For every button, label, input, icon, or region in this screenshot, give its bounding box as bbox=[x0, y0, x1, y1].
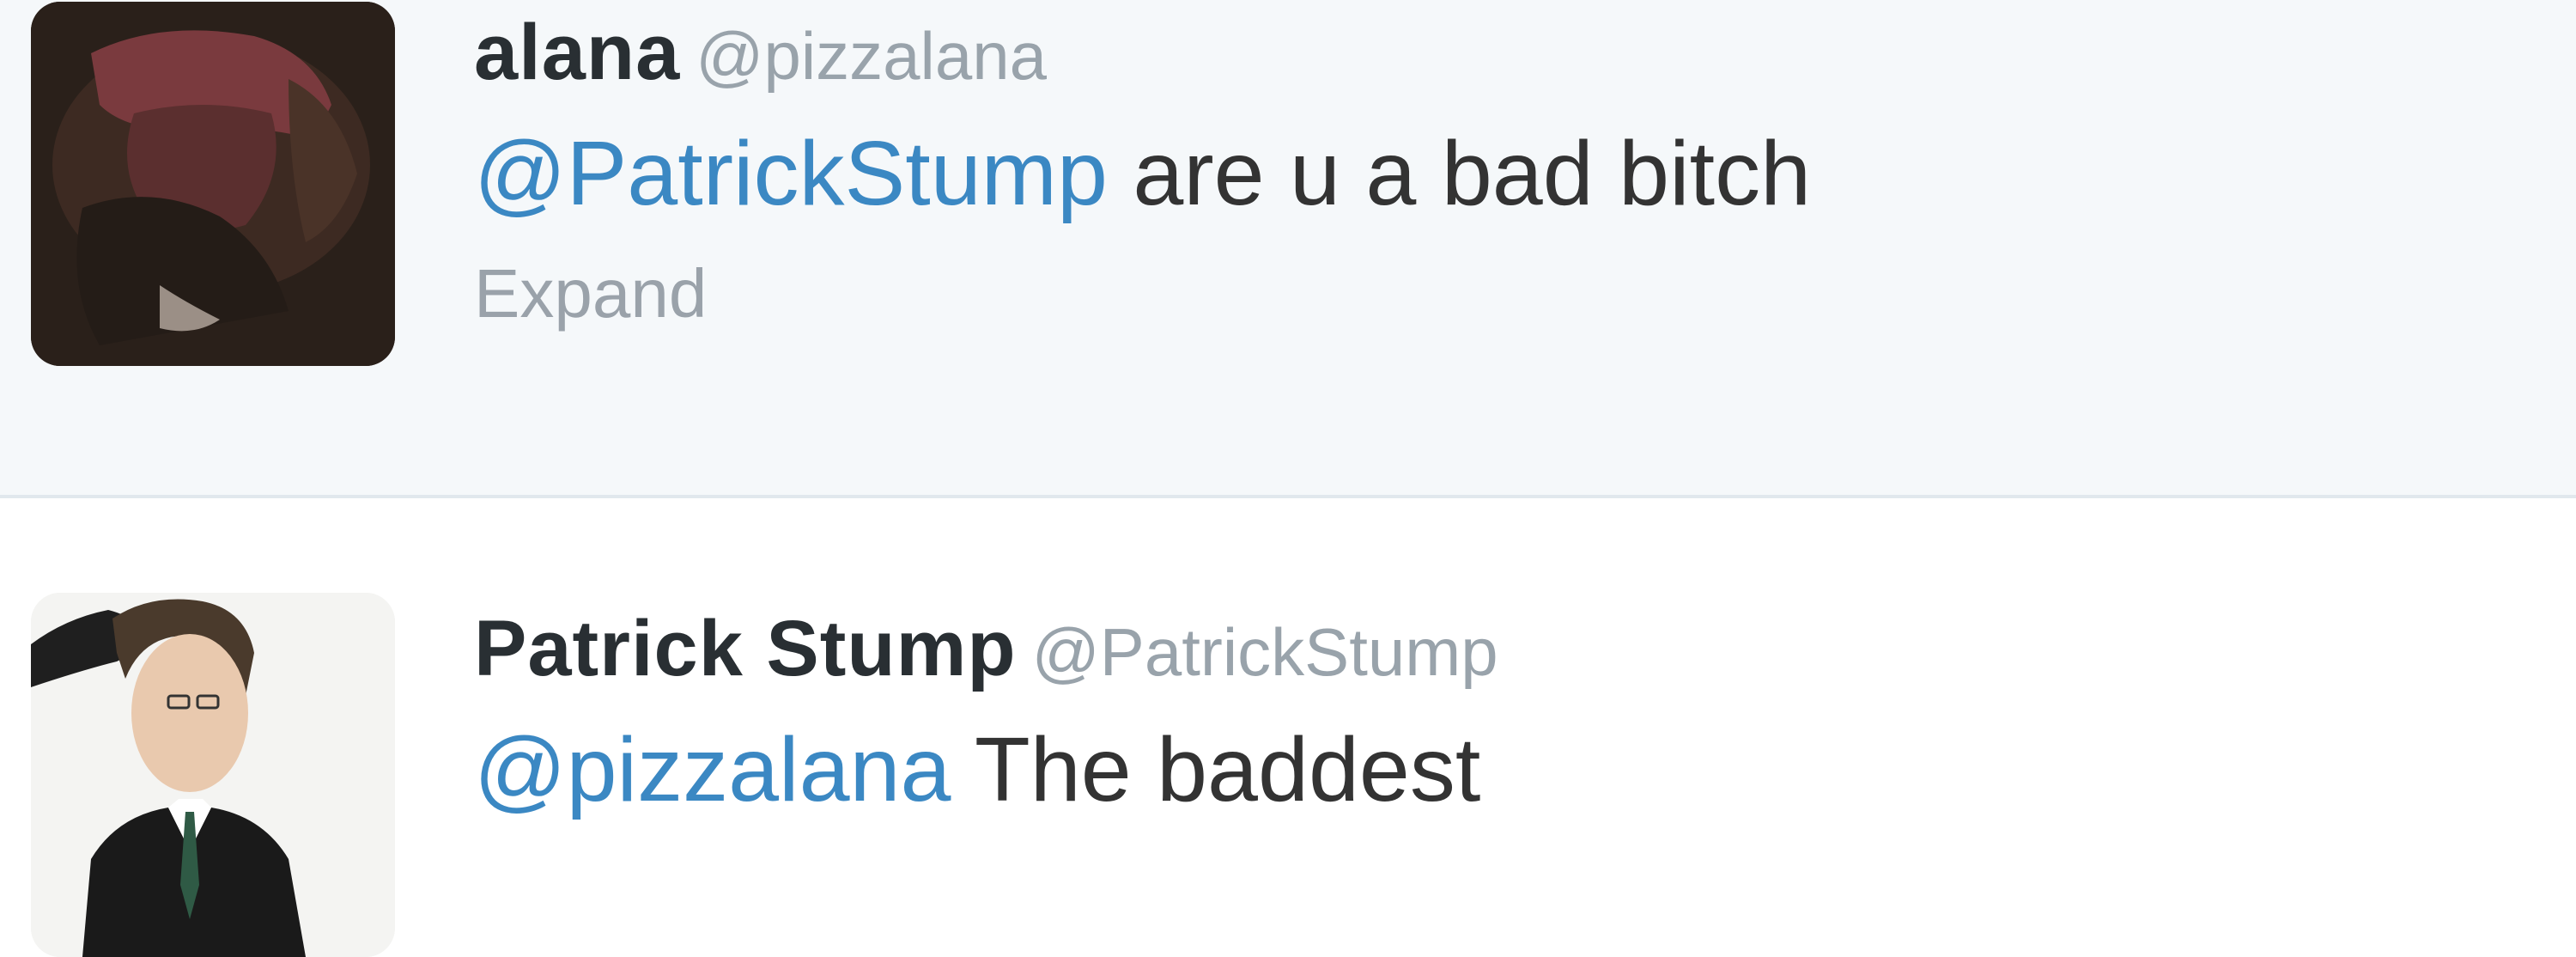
user-name[interactable]: Patrick Stump bbox=[474, 605, 1017, 692]
user-handle[interactable]: @pizzalana bbox=[696, 18, 1047, 94]
tweet-item[interactable]: alana @pizzalana @PatrickStump are u a ba… bbox=[0, 0, 2576, 498]
mention-link[interactable]: @PatrickStump bbox=[474, 123, 1108, 224]
user-name[interactable]: alana bbox=[474, 9, 680, 96]
tweet-item[interactable]: Patrick Stump @PatrickStump @pizzalana Th… bbox=[0, 502, 2576, 957]
mention-link[interactable]: @pizzalana bbox=[474, 719, 951, 820]
expand-link[interactable]: Expand bbox=[474, 242, 2542, 345]
tweet-body: are u a bad bitch bbox=[1107, 123, 1812, 224]
user-handle[interactable]: @PatrickStump bbox=[1032, 614, 1498, 690]
avatar[interactable] bbox=[31, 2, 395, 366]
avatar[interactable] bbox=[31, 593, 395, 957]
avatar-photo bbox=[31, 2, 395, 366]
avatar-photo bbox=[31, 593, 395, 957]
tweet-body: The baddest bbox=[951, 719, 1481, 820]
tweet-text: @pizzalana The baddest bbox=[474, 701, 2542, 838]
tweet-text: @PatrickStump are u a bad bitch bbox=[474, 105, 2542, 242]
